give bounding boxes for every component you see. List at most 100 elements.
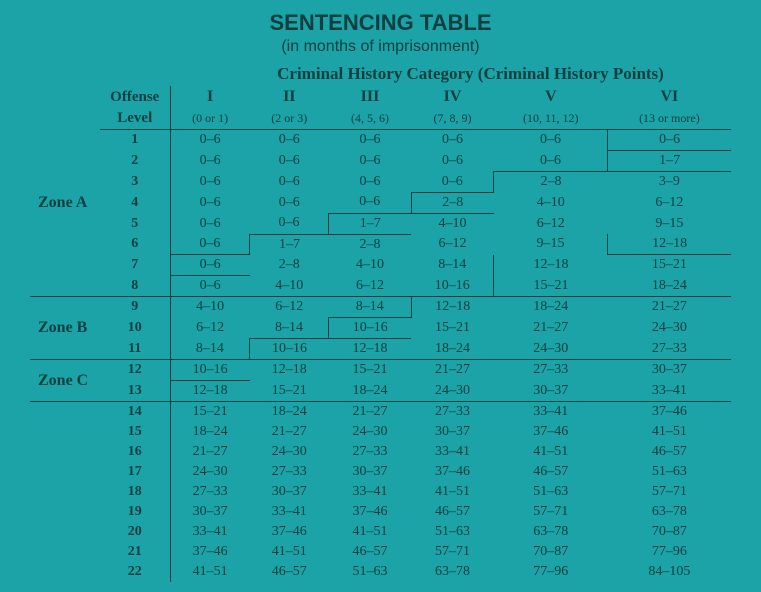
col-points-3: (4, 5, 6) — [329, 108, 412, 130]
sentence-cell: 0–6 — [411, 130, 494, 151]
offense-level: 3 — [100, 172, 170, 193]
sentence-cell: 57–71 — [608, 482, 731, 502]
sentence-cell: 37–46 — [170, 542, 250, 562]
table-row: 106–128–1410–1615–2121–2724–30 — [30, 318, 731, 339]
offense-level: 7 — [100, 255, 170, 276]
sentence-cell: 41–51 — [329, 522, 412, 542]
level-label: Level — [100, 108, 170, 130]
table-row: 1312–1815–2118–2424–3030–3733–41 — [30, 381, 731, 402]
sentence-cell: 46–57 — [411, 502, 494, 522]
table-row: 1930–3733–4137–4646–5757–7163–78 — [30, 502, 731, 522]
sentence-cell: 0–6 — [250, 213, 329, 234]
sentence-cell: 84–105 — [608, 562, 731, 582]
sentence-cell: 12–18 — [494, 255, 608, 276]
col-points-5: (10, 11, 12) — [494, 108, 608, 130]
sentence-cell: 33–41 — [411, 442, 494, 462]
sentence-cell: 18–24 — [411, 339, 494, 360]
sentence-cell: 30–37 — [411, 422, 494, 442]
sentence-cell: 8–14 — [329, 297, 412, 318]
sentence-cell: 51–63 — [329, 562, 412, 582]
offense-level: 13 — [100, 381, 170, 402]
sentence-cell: 12–18 — [250, 360, 329, 381]
sentence-cell: 2–8 — [494, 172, 608, 193]
sentence-cell: 21–27 — [329, 402, 412, 423]
sentence-cell: 4–10 — [170, 297, 250, 318]
table-row: 1518–2421–2724–3030–3737–4641–51 — [30, 422, 731, 442]
sentence-cell: 41–51 — [608, 422, 731, 442]
sentence-cell: 41–51 — [411, 482, 494, 502]
col-points-4: (7, 8, 9) — [411, 108, 494, 130]
sentence-cell: 30–37 — [170, 502, 250, 522]
sentence-cell: 12–18 — [411, 297, 494, 318]
sentence-cell: 6–12 — [494, 213, 608, 234]
sentence-cell: 12–18 — [170, 381, 250, 402]
sentence-cell: 10–16 — [329, 318, 412, 339]
header-row-points: Level (0 or 1) (2 or 3) (4, 5, 6) (7, 8,… — [30, 108, 731, 130]
sentence-cell: 46–57 — [608, 442, 731, 462]
page-title: SENTENCING TABLE — [30, 10, 731, 36]
sentence-cell: 8–14 — [411, 255, 494, 276]
col-header-5: V — [494, 86, 608, 108]
table-row: 60–61–72–86–129–1512–18 — [30, 234, 731, 255]
sentence-cell: 27–33 — [250, 462, 329, 482]
offense-level: 15 — [100, 422, 170, 442]
sentence-cell: 24–30 — [329, 422, 412, 442]
sentence-cell: 46–57 — [250, 562, 329, 582]
sentence-cell: 33–41 — [170, 522, 250, 542]
sentence-cell: 6–12 — [608, 192, 731, 213]
sentence-cell: 2–8 — [250, 255, 329, 276]
sentence-cell: 24–30 — [250, 442, 329, 462]
sentence-cell: 21–27 — [250, 422, 329, 442]
sentence-cell: 24–30 — [494, 339, 608, 360]
sentence-cell: 70–87 — [608, 522, 731, 542]
col-header-6: VI — [608, 86, 731, 108]
sentence-cell: 30–37 — [494, 381, 608, 402]
sentence-cell: 12–18 — [329, 339, 412, 360]
sentence-cell: 21–27 — [608, 297, 731, 318]
sentence-cell: 37–46 — [250, 522, 329, 542]
sentence-cell: 10–16 — [250, 339, 329, 360]
sentence-cell: 21–27 — [411, 360, 494, 381]
sentence-cell: 4–10 — [494, 192, 608, 213]
offense-level: 21 — [100, 542, 170, 562]
offense-level: 16 — [100, 442, 170, 462]
sentence-cell: 6–12 — [250, 297, 329, 318]
sentence-cell: 63–78 — [411, 562, 494, 582]
sentence-cell: 27–33 — [608, 339, 731, 360]
table-body: 10–60–60–60–60–60–620–60–60–60–60–61–730… — [30, 130, 731, 583]
table-row: Zone A40–60–60–62–84–106–12 — [30, 192, 731, 213]
sentence-cell: 57–71 — [494, 502, 608, 522]
sentence-cell: 4–10 — [411, 213, 494, 234]
sentence-cell: 0–6 — [170, 213, 250, 234]
zone-c-label: Zone C — [30, 360, 100, 402]
offense-level: 4 — [100, 192, 170, 213]
offense-label: Offense — [100, 86, 170, 108]
sentence-cell: 18–24 — [250, 402, 329, 423]
table-row: 2137–4641–5146–5757–7170–8777–96 — [30, 542, 731, 562]
sentence-cell: 0–6 — [170, 151, 250, 172]
sentence-cell: 0–6 — [411, 172, 494, 193]
sentence-cell: 9–15 — [608, 213, 731, 234]
sentence-cell: 4–10 — [250, 276, 329, 297]
sentence-cell: 18–24 — [170, 422, 250, 442]
sentence-cell: 37–46 — [608, 402, 731, 423]
sentence-cell: 46–57 — [329, 542, 412, 562]
table-row: Zone B94–106–128–1412–1818–2421–27 — [30, 297, 731, 318]
col-header-1: I — [170, 86, 250, 108]
sentence-cell: 12–18 — [608, 234, 731, 255]
offense-level: 9 — [100, 297, 170, 318]
sentence-cell: 30–37 — [250, 482, 329, 502]
offense-level: 14 — [100, 402, 170, 423]
sentence-cell: 51–63 — [608, 462, 731, 482]
sentence-cell: 27–33 — [329, 442, 412, 462]
sentence-cell: 9–15 — [494, 234, 608, 255]
sentence-cell: 15–21 — [329, 360, 412, 381]
zone-a-label: Zone A — [30, 192, 100, 297]
sentence-cell: 41–51 — [494, 442, 608, 462]
sentence-cell: 18–24 — [608, 276, 731, 297]
sentence-cell: 33–41 — [250, 502, 329, 522]
offense-level: 20 — [100, 522, 170, 542]
sentence-cell: 6–12 — [329, 276, 412, 297]
sentence-cell: 2–8 — [411, 192, 494, 213]
sentencing-table: Offense I II III IV V VI Level (0 or 1) … — [30, 86, 731, 582]
